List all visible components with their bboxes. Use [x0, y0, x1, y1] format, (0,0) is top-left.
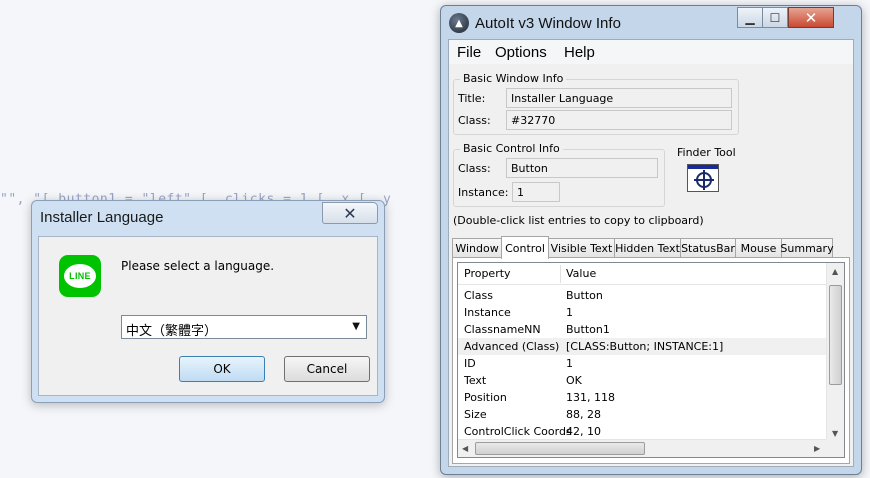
line-logo: LINE [59, 255, 101, 297]
ok-button[interactable]: OK [179, 356, 265, 382]
finder-tool-titlebar [688, 165, 718, 169]
instance-field[interactable]: 1 [512, 182, 560, 202]
group-label: Basic Window Info [460, 72, 567, 85]
list-item[interactable]: ControlClick Coords 42, 10 [458, 423, 826, 440]
row-property: Advanced (Class) [464, 340, 560, 353]
tab-visible-text[interactable]: Visible Text [548, 238, 615, 258]
autoit-app-icon: ▲ [449, 13, 469, 33]
finder-tool[interactable] [687, 164, 719, 192]
language-select[interactable]: 中文（繁體字） ▼ [121, 315, 367, 339]
tab-mouse[interactable]: Mouse [735, 238, 782, 258]
row-property: Class [464, 289, 493, 302]
column-value[interactable]: Value [566, 267, 596, 280]
client-area: File Options Help Basic Window Info Titl… [448, 39, 854, 467]
control-class-field[interactable]: Button [506, 158, 658, 178]
list-item[interactable]: Class Button [458, 287, 826, 304]
hint-text: (Double-click list entries to copy to cl… [453, 214, 704, 227]
tab-statusbar[interactable]: StatusBar [680, 238, 736, 258]
dialog-body: LINE Please select a language. 中文（繁體字） ▼… [38, 236, 378, 396]
language-select-value: 中文（繁體字） [126, 324, 218, 339]
list-item[interactable]: Text OK [458, 372, 826, 389]
control-tab-pane: Property Value Class Button Instance 1 C… [452, 257, 850, 464]
close-icon: ✕ [343, 203, 357, 223]
row-value: [CLASS:Button; INSTANCE:1] [566, 340, 724, 353]
control-class-label: Class: [458, 162, 491, 175]
row-property: ControlClick Coords [464, 425, 572, 438]
dialog-title: Installer Language [40, 209, 164, 226]
installer-language-dialog: Installer Language ✕ LINE Please select … [31, 200, 385, 403]
row-value: 42, 10 [566, 425, 601, 438]
row-property: ClassnameNN [464, 323, 541, 336]
minimize-button[interactable]: ▁ [737, 7, 763, 28]
horizontal-scrollbar[interactable]: ◀ ▶ [458, 439, 828, 457]
row-value: 88, 28 [566, 408, 601, 421]
row-value: 1 [566, 306, 573, 319]
property-list[interactable]: Property Value Class Button Instance 1 C… [457, 262, 845, 458]
row-value: 131, 118 [566, 391, 615, 404]
scroll-corner [826, 439, 844, 457]
tab-hidden-text[interactable]: Hidden Text [614, 238, 681, 258]
scroll-right-icon[interactable]: ▶ [814, 444, 820, 453]
basic-control-info-group: Basic Control Info Class: Button Instanc… [453, 142, 665, 207]
horizontal-scroll-thumb[interactable] [475, 442, 645, 455]
row-value: Button1 [566, 323, 610, 336]
vertical-scroll-thumb[interactable] [829, 285, 842, 385]
group-label: Basic Control Info [460, 142, 563, 155]
row-property: Size [464, 408, 487, 421]
list-item[interactable]: ID 1 [458, 355, 826, 372]
row-property: Position [464, 391, 507, 404]
menu-options[interactable]: Options [495, 44, 547, 61]
menu-file[interactable]: File [457, 44, 481, 61]
finder-tool-label: Finder Tool [677, 146, 736, 159]
class-field[interactable]: #32770 [506, 110, 732, 130]
title-field[interactable]: Installer Language [506, 88, 732, 108]
row-property: ID [464, 357, 476, 370]
tab-control[interactable]: Control [501, 236, 549, 259]
finder-tool-group: Finder Tool [669, 142, 739, 207]
maximize-icon: ☐ [769, 10, 781, 25]
list-item[interactable]: Advanced (Class) [CLASS:Button; INSTANCE… [458, 338, 826, 355]
maximize-button[interactable]: ☐ [762, 7, 788, 28]
row-property: Text [464, 374, 487, 387]
title-label: Title: [458, 92, 486, 105]
row-value: Button [566, 289, 603, 302]
minimize-icon: ▁ [745, 10, 755, 25]
cancel-button[interactable]: Cancel [284, 356, 370, 382]
row-value: 1 [566, 357, 573, 370]
vertical-scrollbar[interactable]: ▲ ▼ [826, 263, 844, 441]
dropdown-arrow-icon[interactable]: ▼ [352, 321, 360, 332]
tab-strip: Window Control Visible Text Hidden Text … [452, 236, 852, 259]
line-logo-text: LINE [64, 264, 96, 288]
basic-window-info-group: Basic Window Info Title: Installer Langu… [453, 72, 739, 135]
column-property[interactable]: Property [464, 267, 511, 280]
crosshair-icon [694, 170, 714, 190]
autoit-window-info: ▲ AutoIt v3 Window Info ▁ ☐ ✕ File Optio… [440, 5, 862, 475]
close-button[interactable]: ✕ [322, 202, 378, 224]
scroll-down-icon[interactable]: ▼ [832, 429, 838, 438]
window-title: AutoIt v3 Window Info [475, 15, 621, 32]
row-property: Instance [464, 306, 511, 319]
menu-bar: File Options Help [449, 40, 853, 64]
list-item[interactable]: Instance 1 [458, 304, 826, 321]
row-value: OK [566, 374, 582, 387]
tab-summary[interactable]: Summary [780, 238, 834, 258]
list-item[interactable]: Size 88, 28 [458, 406, 826, 423]
close-icon: ✕ [804, 8, 818, 27]
column-separator [560, 265, 561, 283]
instance-label: Instance: [458, 186, 509, 199]
list-header: Property Value [458, 263, 826, 285]
dialog-message: Please select a language. [121, 259, 275, 273]
class-label: Class: [458, 114, 491, 127]
menu-help[interactable]: Help [564, 44, 595, 61]
scroll-left-icon[interactable]: ◀ [462, 444, 468, 453]
list-item[interactable]: ClassnameNN Button1 [458, 321, 826, 338]
tab-window[interactable]: Window [452, 238, 502, 258]
scroll-up-icon[interactable]: ▲ [832, 267, 838, 276]
list-item[interactable]: Position 131, 118 [458, 389, 826, 406]
window-close-button[interactable]: ✕ [788, 7, 834, 28]
